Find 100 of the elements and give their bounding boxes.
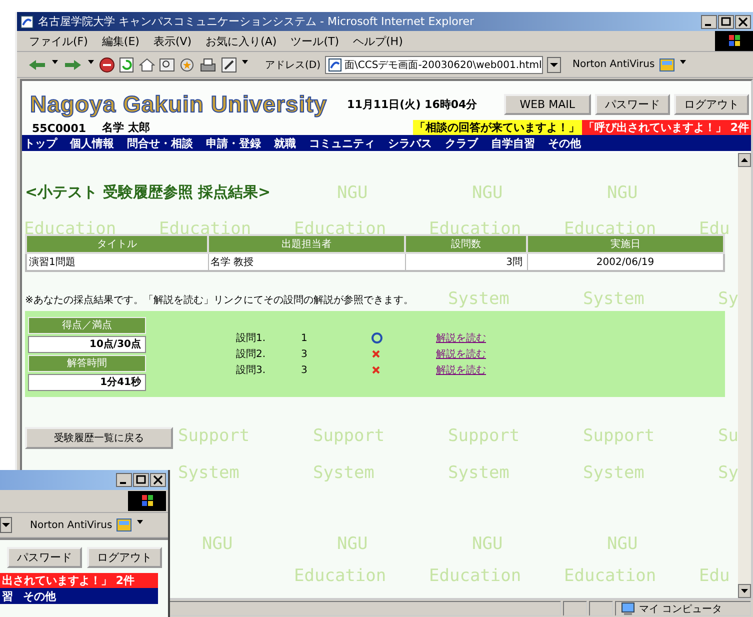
scrollbar[interactable] (738, 153, 751, 598)
result-note: ※あなたの採点結果です。「解説を読む」リンクにてその設問の解説が参照できます。 (25, 294, 414, 307)
minimize-icon[interactable] (116, 473, 132, 487)
notice-link[interactable]: 出されていますよ！」 2件 (0, 573, 158, 588)
header-button[interactable]: パスワード (7, 547, 82, 568)
close-icon[interactable] (735, 14, 751, 28)
column-header: タイトル (26, 235, 208, 253)
watermark-text: NGU (202, 534, 234, 554)
search-icon[interactable] (159, 56, 175, 72)
nav-link[interactable]: 習 (2, 588, 13, 604)
page-heading: <小テスト 受験履歴参照 採点結果> (25, 183, 271, 202)
printer-icon[interactable] (199, 56, 217, 72)
scroll-down-icon[interactable] (738, 584, 751, 598)
header-button[interactable]: WEB MAIL (504, 94, 591, 114)
explanation-link[interactable]: 解説を読む (436, 347, 486, 361)
watermark-text: Education (429, 566, 522, 586)
university-logo: Nagoya Gakuin University (30, 90, 328, 118)
nav-link[interactable]: コミュニティ (309, 136, 375, 150)
watermark-text: Support (313, 426, 386, 446)
menu-item[interactable]: 表示(V) (153, 34, 192, 48)
menu-item[interactable]: ファイル(F) (29, 34, 88, 48)
menu-item[interactable]: ヘルプ(H) (353, 34, 403, 48)
score-value: 1分41秒 (28, 374, 146, 391)
home-icon[interactable] (139, 56, 155, 72)
header-button[interactable]: ログアウト (674, 94, 749, 114)
question-label: 設問3. (236, 364, 267, 377)
nav-link[interactable]: 自学自習 (491, 136, 535, 150)
explanation-link[interactable]: 解説を読む (436, 363, 486, 377)
menu-item[interactable]: お気に入り(A) (206, 34, 277, 48)
answer-text: 3 (301, 348, 308, 360)
nav-link[interactable]: シラバス (388, 136, 432, 150)
header-button[interactable]: パスワード (595, 94, 670, 114)
stop-icon[interactable] (99, 56, 115, 72)
explanation-link[interactable]: 解説を読む (436, 331, 486, 345)
watermark-text: System (178, 463, 240, 483)
close-icon[interactable] (150, 473, 166, 487)
nav-link[interactable]: その他 (548, 136, 581, 150)
nav-link[interactable]: 申請・登録 (206, 136, 261, 150)
computer-icon (620, 602, 636, 616)
date-time: 11月11日(火) 16時04分 (347, 96, 478, 112)
watermark-text: System (448, 289, 510, 309)
status-zone: マイ コンピュータ (639, 602, 722, 616)
watermark-text: System (583, 463, 646, 483)
column-header: 実施日 (527, 235, 724, 253)
page-icon (328, 58, 342, 72)
notice-link[interactable]: 「呼び出されていますよ！」 2件 (582, 120, 751, 135)
norton-antivirus-button[interactable]: Norton AntiVirus (30, 520, 112, 530)
maximize-icon[interactable] (133, 473, 149, 487)
norton-antivirus-button[interactable]: Norton AntiVirus (572, 59, 655, 70)
watermark-text: NGU (607, 534, 639, 554)
nav-link[interactable]: その他 (23, 588, 56, 604)
answer-text: 1 (301, 332, 308, 344)
nav-link[interactable]: クラブ (445, 136, 478, 150)
question-label: 設問1. (236, 332, 267, 345)
column-header: 設問数 (405, 235, 527, 253)
nav-link[interactable]: 就職 (274, 136, 296, 150)
watermark-text: NGU (472, 534, 504, 554)
nav-link[interactable]: 問合せ・相談 (127, 136, 193, 150)
dropdown-icon[interactable] (0, 517, 12, 533)
watermark-text: NGU (337, 534, 369, 554)
watermark-text: Edu (699, 566, 731, 586)
watermark-text: Support (583, 426, 656, 446)
menu-item[interactable]: ツール(T) (290, 34, 339, 48)
watermark-text: NGU (472, 183, 504, 203)
antivirus-icon[interactable] (658, 56, 675, 72)
watermark-text: Support (178, 426, 251, 446)
table-cell: 演習1問題 (26, 253, 208, 271)
window-title: 名古屋学院大学 キャンパスコミュニケーションシステム - Microsoft Internet Explorer (38, 14, 475, 29)
windows-logo-icon (128, 491, 166, 511)
edit-icon[interactable] (221, 56, 237, 72)
antivirus-icon[interactable] (116, 517, 132, 533)
question-label: 設問2. (236, 348, 267, 361)
refresh-icon[interactable] (119, 56, 135, 72)
nav-link[interactable]: 個人情報 (70, 136, 114, 150)
windows-logo-icon (715, 31, 753, 51)
watermark-text: Sy (718, 463, 738, 483)
watermark-text: NGU (607, 183, 639, 203)
scroll-up-icon[interactable] (738, 153, 751, 167)
watermark-text: Education (294, 566, 388, 586)
user-id: 55C0001 (32, 122, 86, 135)
notice-link[interactable]: 「相談の回答が来ていますよ！」 (412, 120, 582, 135)
address-field[interactable]: 面\CCSデモ画面-20030620\web001.html (324, 56, 543, 74)
column-header: 出題担当者 (208, 235, 405, 253)
back-to-history-button[interactable]: 受験履歴一覧に戻る (25, 427, 173, 449)
watermark-text: Support (448, 426, 521, 446)
answer-text: 3 (301, 364, 308, 376)
header-button[interactable]: ログアウト (87, 547, 162, 568)
watermark-text: Sy (718, 289, 738, 309)
watermark-text: System (448, 463, 510, 483)
minimize-icon[interactable] (701, 14, 717, 28)
nav-link[interactable]: トップ (24, 136, 57, 150)
maximize-icon[interactable] (718, 14, 734, 28)
score-label: 得点／満点 (28, 317, 146, 334)
favorites-icon[interactable] (179, 56, 195, 72)
address-label: アドレス(D) (265, 58, 321, 72)
score-label: 解答時間 (28, 355, 146, 372)
dropdown-icon[interactable] (546, 56, 561, 72)
menu-item[interactable]: 編集(E) (102, 34, 140, 48)
watermark-text: Su (718, 426, 738, 446)
user-name: 名学 太郎 (102, 120, 150, 135)
